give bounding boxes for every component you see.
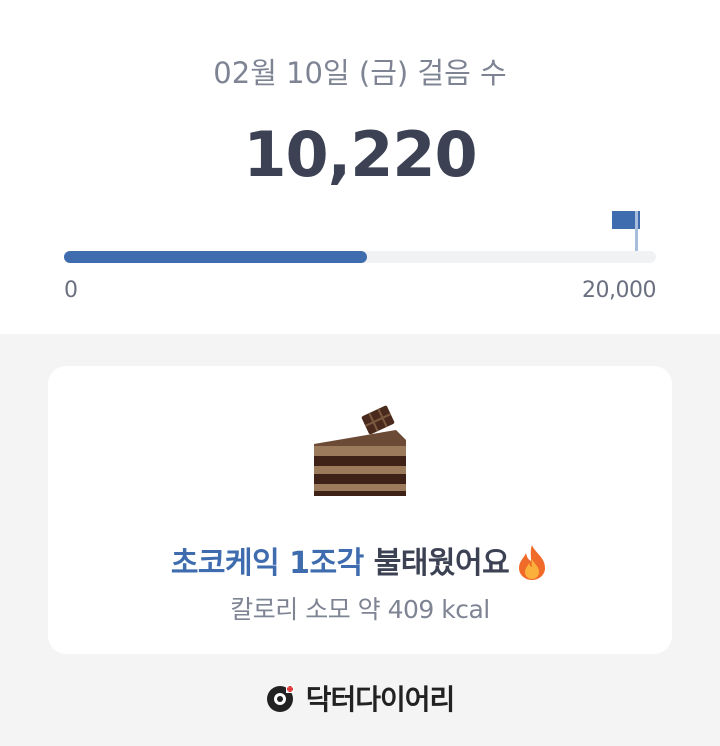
- brand-name: 닥터다이어리: [305, 683, 456, 716]
- step-progress-bar: [64, 251, 656, 263]
- chocolate-cake-icon: [314, 405, 406, 496]
- calorie-headline: 초코케익 1조각 불태웠어요: [48, 538, 672, 582]
- fire-icon: [519, 545, 546, 580]
- step-count: 10,220: [243, 118, 477, 191]
- date-label: 02월 10일 (금) 걸음 수: [213, 56, 507, 90]
- flag-icon: [612, 211, 640, 251]
- doctor-diary-logo-icon: [266, 685, 294, 712]
- calorie-burned-text: 칼로리 소모 약 409 kcal: [230, 595, 490, 624]
- brand-footer: 닥터다이어리: [0, 678, 720, 718]
- food-equivalent-text: 초코케익 1조각: [170, 546, 364, 581]
- calorie-card: 초코케익 1조각 불태웠어요 칼로리 소모 약 409 kcal: [48, 366, 672, 654]
- progress-min-label: 0: [64, 278, 78, 303]
- step-summary-panel: 02월 10일 (금) 걸음 수 10,220 0 20,000: [0, 0, 720, 334]
- burn-text: 불태웠어요: [373, 546, 510, 581]
- progress-goal-label: 20,000: [582, 278, 656, 303]
- step-progress-fill: [64, 251, 367, 263]
